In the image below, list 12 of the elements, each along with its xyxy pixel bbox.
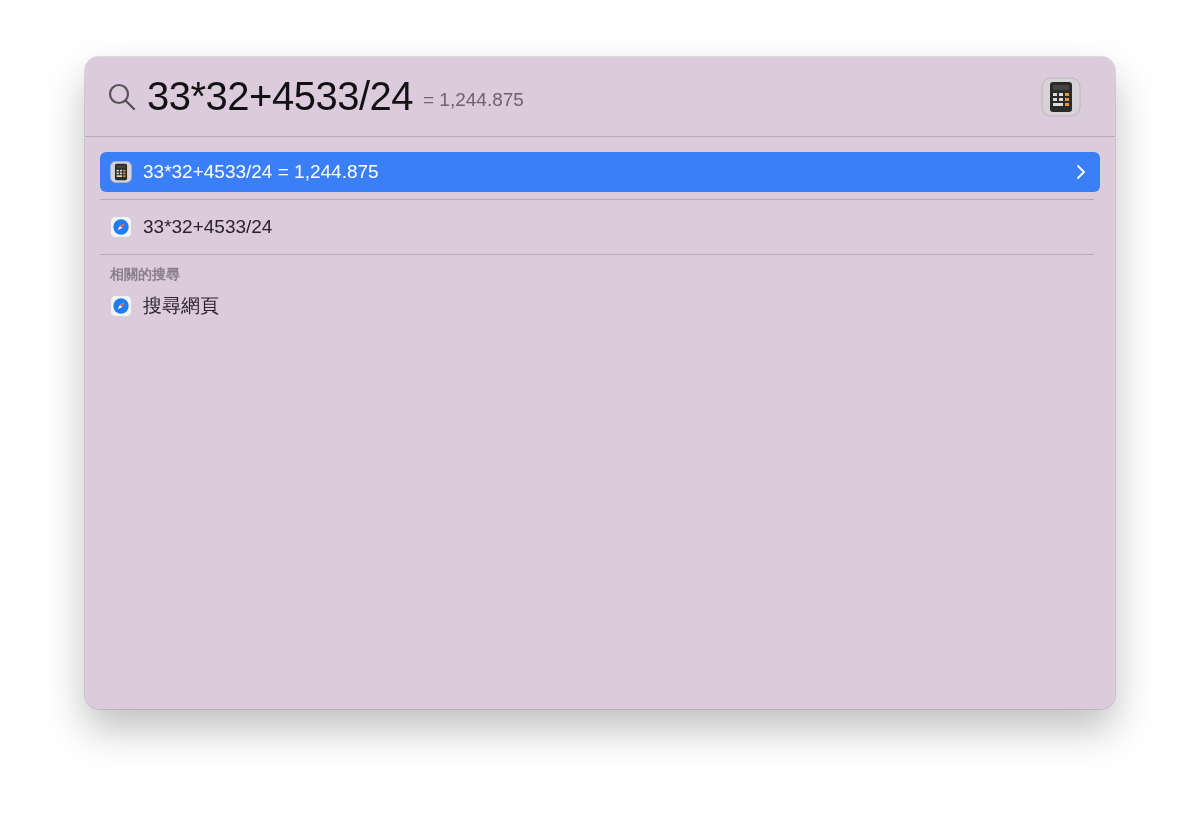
compass-icon [110,295,132,317]
chevron-right-icon [1076,164,1086,180]
compass-icon [110,216,132,238]
search-query[interactable]: 33*32+4533/24 [147,74,413,119]
result-row[interactable]: 搜尋網頁 [100,286,1100,326]
calculator-icon [1041,76,1081,117]
calculator-icon [110,161,132,183]
result-row[interactable]: 33*32+4533/24 [100,207,1100,247]
section-heading: 相關的搜尋 [109,265,181,284]
inline-result: = 1,244.875 [423,88,524,111]
search-icon [107,81,137,112]
result-row[interactable]: 33*32+4533/24 = 1,244.875 [100,152,1100,192]
